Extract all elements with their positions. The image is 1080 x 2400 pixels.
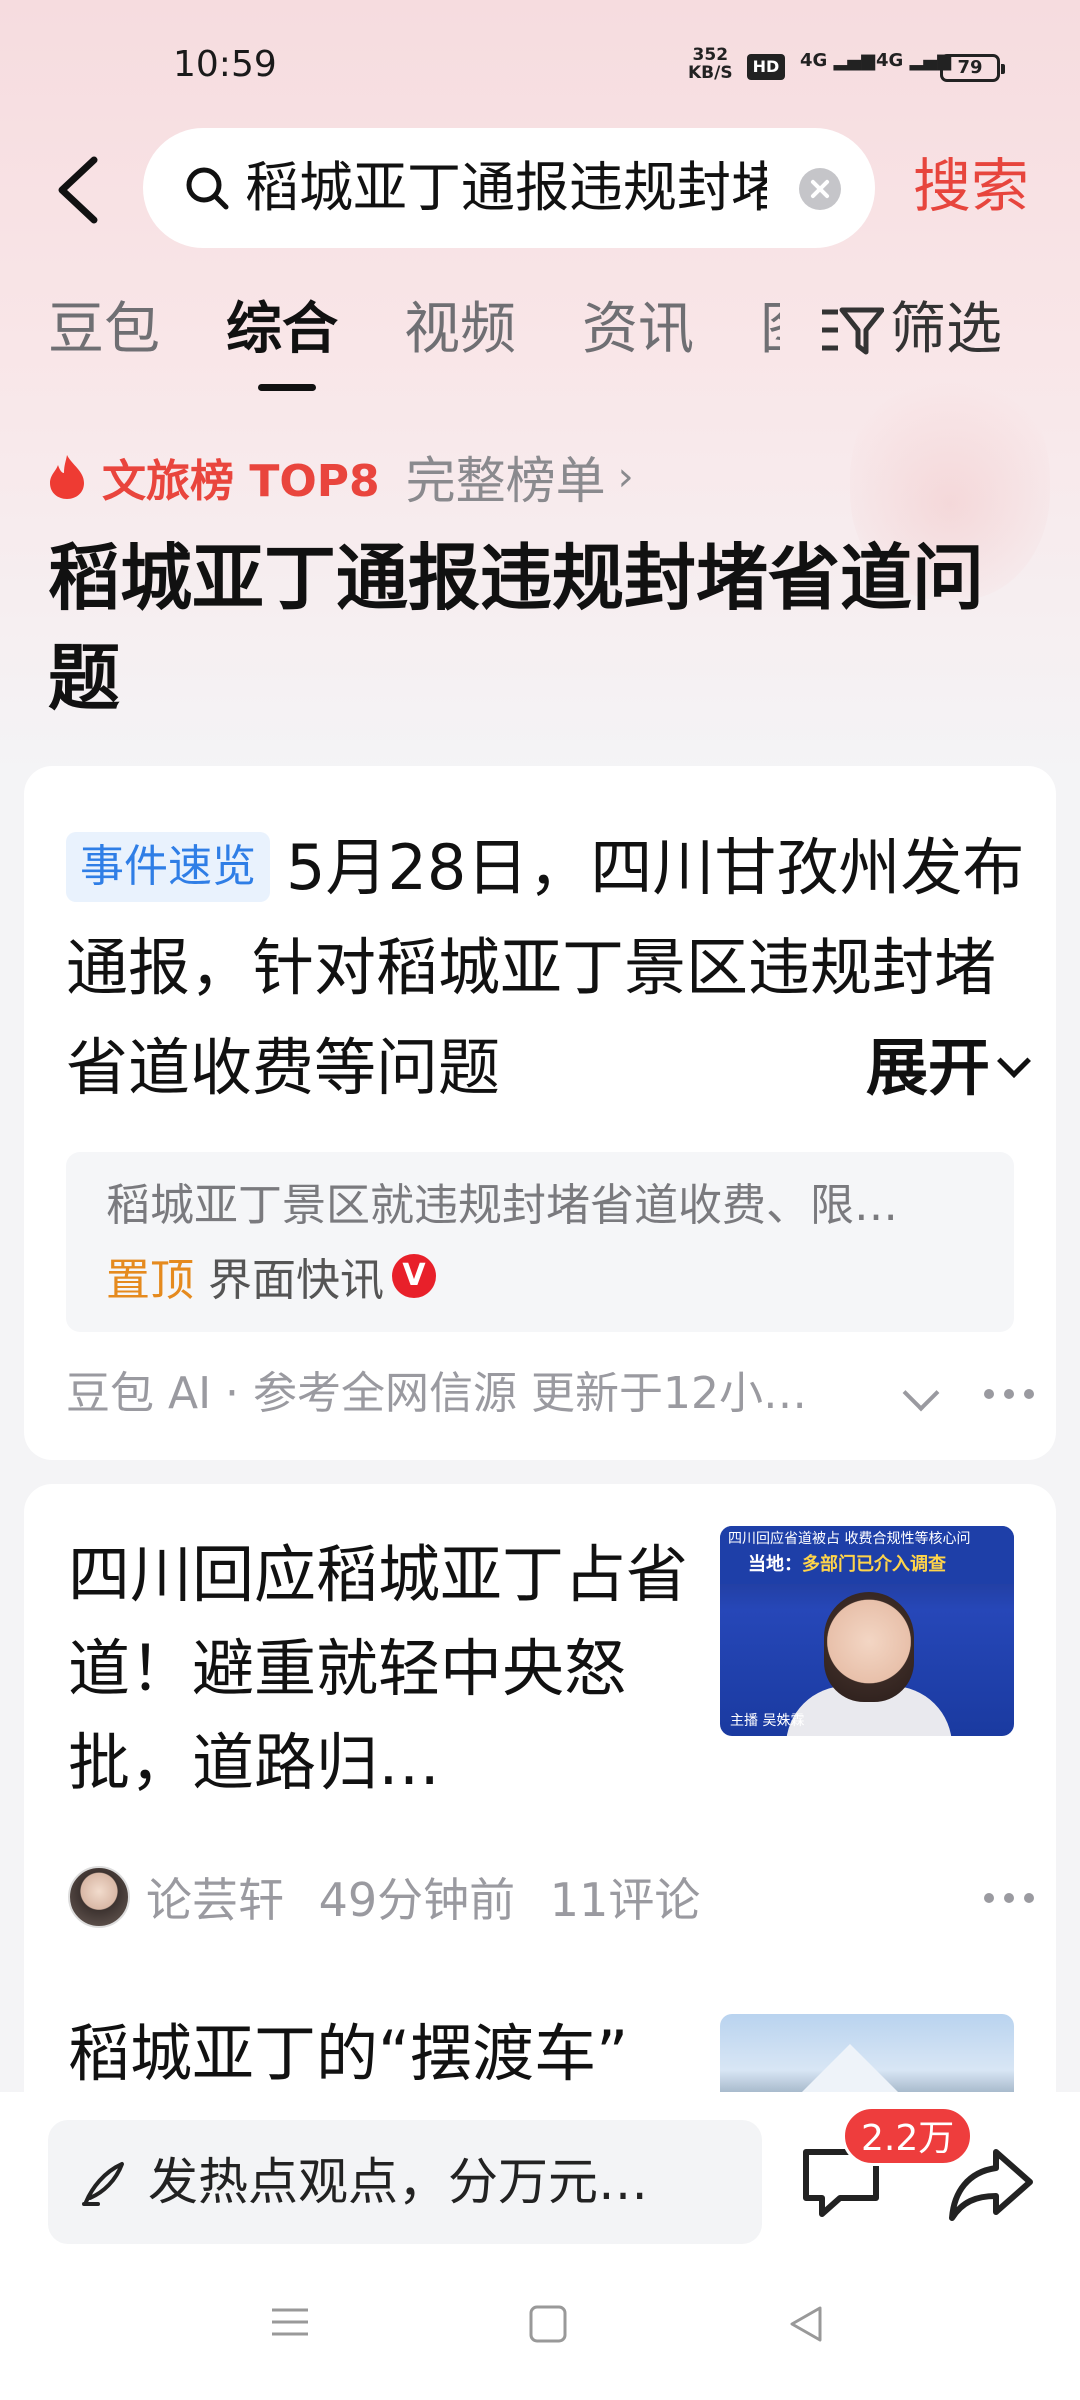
status-bar: 10:59 352 KB/S HD 4G ▂▄▆ 4G ▂▄▆ 79 — [0, 0, 1080, 130]
active-tab-indicator — [258, 384, 316, 391]
tab-news[interactable]: 资讯 — [582, 290, 694, 370]
tab-comprehensive[interactable]: 综合 — [226, 290, 338, 370]
tab-images[interactable]: 图 — [760, 290, 780, 370]
author-name[interactable]: 论芸轩 — [146, 1873, 284, 1927]
comment-placeholder: 发热点观点，分万元… — [148, 2153, 648, 2211]
share-icon[interactable] — [948, 2144, 1034, 2224]
thumbnail-headline-prefix: 当地： — [748, 1554, 802, 1575]
signal-4g-label: 4G — [800, 50, 828, 71]
more-icon[interactable] — [984, 1888, 1044, 1908]
flame-icon — [50, 455, 84, 499]
event-summary-card: 事件速览 5月28日，四川甘孜州发布通报，针对稻城亚丁景区违规封堵省道收费等问题 … — [24, 766, 1056, 1460]
search-input[interactable]: 稻城亚丁通报违规封堵省道问题 — [245, 156, 767, 220]
battery-icon: 79 — [940, 54, 1005, 82]
thumbnail-headline-text: 多部门已介入调查 — [802, 1554, 946, 1575]
news-meta-text: 论芸轩 49分钟前 11评论 — [146, 1864, 720, 1930]
back-arrow-icon — [58, 156, 98, 224]
chevron-down-icon[interactable] — [902, 1374, 940, 1412]
source-meta: 置顶 界面快讯 V — [106, 1244, 436, 1308]
network-speed-value: 352 — [692, 45, 729, 65]
news-title[interactable]: 稻城亚丁的“摆渡车” — [68, 2004, 708, 2104]
pinned-label: 置顶 — [106, 1255, 194, 1306]
home-nav-icon[interactable] — [528, 2304, 568, 2344]
search-box[interactable]: 稻城亚丁通报违规封堵省道问题 — [143, 128, 875, 248]
status-time: 10:59 — [173, 44, 277, 85]
signal-4g-icon: 4G ▂▄▆ — [800, 50, 876, 71]
anchor-face — [824, 1592, 914, 1702]
pen-icon — [82, 2162, 124, 2206]
summary-footer: 豆包 AI · 参考全网信源 更新于12小… — [66, 1362, 1034, 1426]
filter-icon — [822, 307, 884, 355]
chevron-down-icon — [997, 1044, 1031, 1078]
news-title[interactable]: 四川回应稻城亚丁占省道！避重就轻中央怒批，道路归… — [68, 1528, 708, 1810]
news-thumbnail[interactable]: 四川回应省道被占 收费合规性等核心问 当地：多部门已介入调查 主播 吴姝霖 — [720, 1526, 1014, 1736]
more-icon[interactable] — [984, 1384, 1044, 1404]
source-name: 界面快讯 — [208, 1255, 384, 1306]
chevron-right-icon: › — [617, 454, 634, 500]
tab-video[interactable]: 视频 — [404, 290, 516, 370]
network-speed-unit: KB/S — [688, 63, 733, 83]
signal-4g-label-2: 4G — [876, 50, 904, 71]
filter-button[interactable]: 筛选 — [820, 290, 1002, 370]
ranking-label: 文旅榜 TOP8 — [102, 456, 380, 507]
expand-label: 展开 — [865, 1031, 990, 1104]
back-button[interactable] — [48, 150, 118, 230]
topic-title: 稻城亚丁通报违规封堵省道问题 — [48, 536, 985, 720]
comment-count: 11评论 — [549, 1873, 701, 1927]
clear-icon[interactable] — [799, 168, 841, 210]
source-article[interactable]: 稻城亚丁景区就违规封堵省道收费、限… 置顶 界面快讯 V — [66, 1152, 1014, 1332]
back-nav-icon[interactable] — [786, 2304, 826, 2344]
bottom-bar: 发热点观点，分万元… 2.2万 — [0, 2092, 1080, 2400]
full-ranking-link[interactable]: 完整榜单 — [406, 441, 606, 513]
tab-doubao[interactable]: 豆包 — [48, 290, 160, 370]
verified-icon: V — [392, 1254, 436, 1298]
thumbnail-top-text: 四川回应省道被占 收费合规性等核心问 — [728, 1531, 971, 1547]
network-speed: 352 KB/S — [688, 46, 733, 82]
ranking-row[interactable]: 文旅榜 TOP8 完整榜单 › — [46, 442, 634, 512]
search-icon — [186, 167, 229, 210]
source-title: 稻城亚丁景区就违规封堵省道收费、限… — [106, 1180, 898, 1231]
tab-bar: 豆包 综合 视频 资讯 图 筛选 — [0, 290, 1080, 391]
filter-label: 筛选 — [890, 297, 1002, 362]
news-meta: 论芸轩 49分钟前 11评论 — [68, 1864, 720, 1930]
event-badge: 事件速览 — [66, 832, 270, 902]
hd-icon: HD — [747, 54, 785, 80]
publish-time: 49分钟前 — [318, 1873, 516, 1927]
thumbnail-headline: 当地：多部门已介入调查 — [748, 1550, 946, 1576]
comment-input[interactable]: 发热点观点，分万元… — [48, 2120, 762, 2244]
ai-source-note: 豆包 AI · 参考全网信源 更新于12小… — [66, 1368, 807, 1419]
search-button[interactable]: 搜索 — [913, 150, 1029, 222]
author-avatar[interactable] — [68, 1866, 130, 1928]
thumbnail-caption: 主播 吴姝霖 — [730, 1713, 805, 1729]
expand-button[interactable]: 展开 — [776, 1018, 1031, 1118]
menu-nav-icon[interactable] — [270, 2304, 310, 2340]
